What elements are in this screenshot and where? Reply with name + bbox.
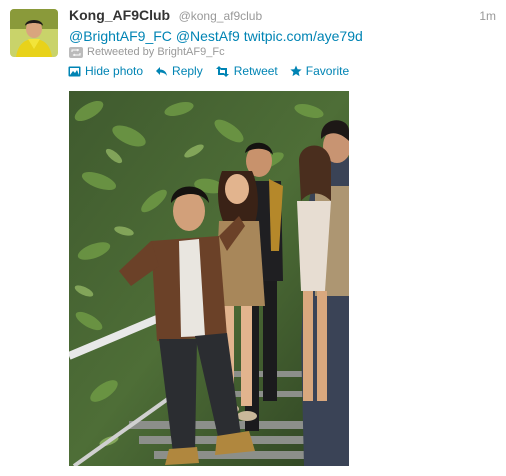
- mention-link[interactable]: @BrightAF9_FC: [69, 28, 172, 44]
- favorite-label: Favorite: [305, 64, 350, 78]
- tweet-actions: Hide photo Reply Retweet Favorite: [68, 64, 361, 78]
- retweet-icon: [215, 65, 229, 77]
- retweeted-by: Retweeted by BrightAF9_Fc: [69, 46, 225, 58]
- user-avatar[interactable]: [10, 9, 58, 57]
- favorite-button[interactable]: Favorite: [290, 64, 349, 78]
- tweet: Kong_AF9Club @kong_af9club 1m @BrightAF9…: [0, 0, 506, 476]
- retweet-button[interactable]: Retweet: [215, 64, 278, 78]
- user-fullname[interactable]: Kong_AF9Club: [69, 7, 170, 23]
- hide-photo-label: Hide photo: [85, 64, 144, 78]
- twitpic-link[interactable]: twitpic.com/aye79d: [244, 28, 363, 44]
- star-icon: [290, 65, 302, 77]
- reply-label: Reply: [172, 64, 203, 78]
- user-handle[interactable]: @kong_af9club: [179, 9, 263, 23]
- retweet-badge-icon: [69, 46, 83, 58]
- retweeted-by-label: Retweeted by BrightAF9_Fc: [87, 46, 225, 58]
- retweet-label: Retweet: [233, 64, 278, 78]
- tweet-header: Kong_AF9Club @kong_af9club 1m: [69, 7, 496, 25]
- photo-image: [69, 91, 349, 466]
- avatar-image: [10, 9, 58, 57]
- tweet-timestamp[interactable]: 1m: [479, 9, 496, 23]
- hide-photo-button[interactable]: Hide photo: [68, 64, 143, 78]
- reply-arrow-icon: [156, 66, 168, 76]
- tweet-text: @BrightAF9_FC @NestAf9 twitpic.com/aye79…: [69, 27, 363, 45]
- photo-icon: [68, 66, 81, 76]
- tweet-photo[interactable]: [69, 91, 349, 466]
- reply-button[interactable]: Reply: [155, 64, 203, 78]
- mention-link[interactable]: @NestAf9: [176, 28, 240, 44]
